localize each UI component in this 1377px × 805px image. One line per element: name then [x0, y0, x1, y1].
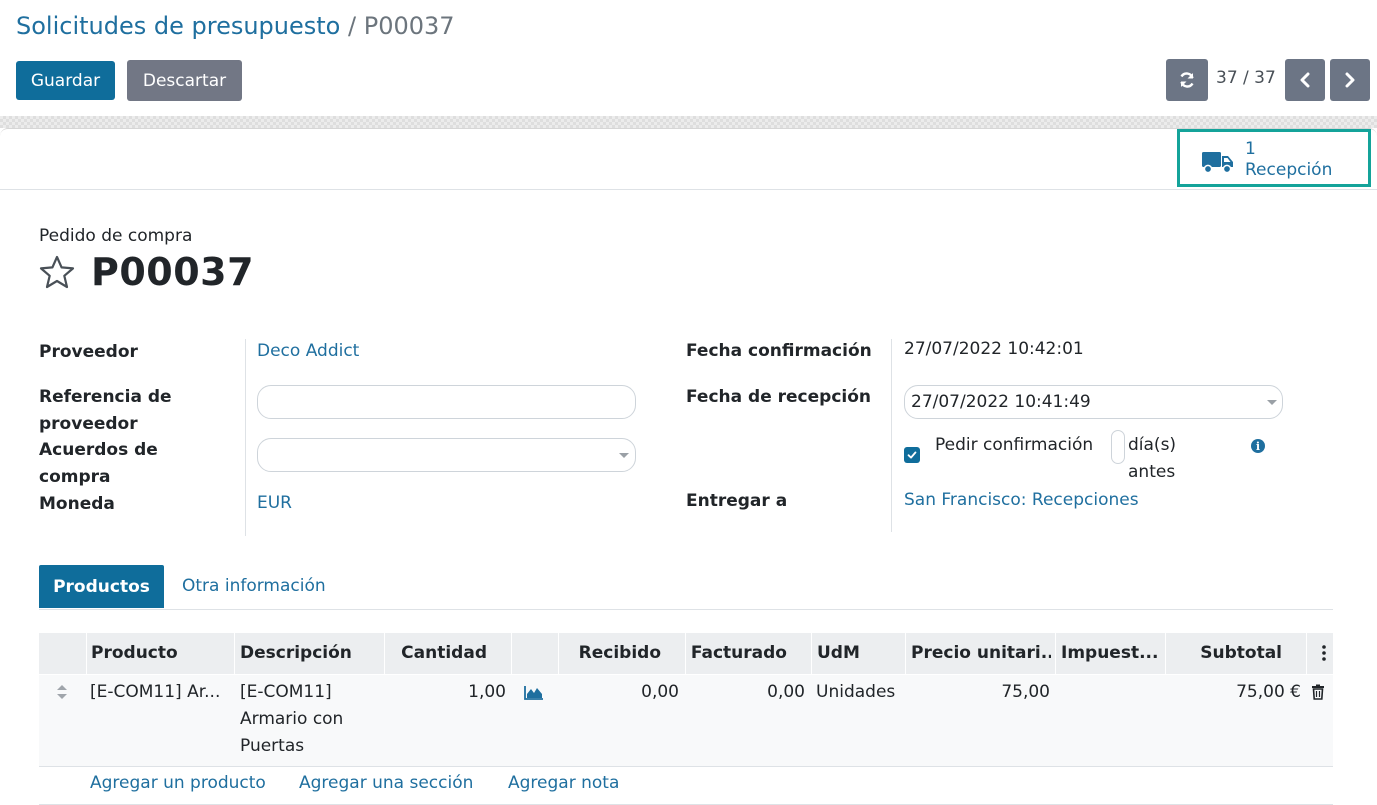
receipts-count: 1 — [1245, 139, 1256, 159]
confirmation-date-value: 27/07/2022 10:42:01 — [904, 339, 1084, 359]
purchase-agreement-select[interactable] — [257, 438, 636, 472]
add-note-link[interactable]: Agregar nota — [508, 773, 619, 793]
column-header-subtotal[interactable]: Subtotal — [1165, 633, 1282, 674]
row-invoiced: 0,00 — [767, 682, 805, 702]
area-chart-icon[interactable] — [524, 685, 544, 700]
deliver-to-link[interactable]: San Francisco: Recepciones — [904, 490, 1139, 510]
add-product-link[interactable]: Agregar un producto — [90, 773, 266, 793]
column-header-uom[interactable]: UdM — [817, 633, 860, 674]
receipt-date-label: Fecha de recepción — [686, 387, 872, 407]
vendor-link[interactable]: Deco Addict — [257, 341, 359, 361]
tabs-divider — [39, 609, 1333, 610]
confirmation-date-label: Fecha confirmación — [686, 341, 872, 361]
vendor-reference-input[interactable] — [257, 385, 636, 419]
tab-products[interactable]: Productos — [39, 565, 164, 608]
row-uom[interactable]: Unidades — [816, 679, 895, 706]
pager-value[interactable]: 37 / 37 — [1216, 68, 1276, 88]
column-separator — [511, 633, 512, 674]
row-description-line-3[interactable]: Puertas — [240, 733, 304, 760]
row-description-line-2[interactable]: Armario con — [240, 706, 343, 733]
days-before-label: antes — [1128, 462, 1176, 482]
kebab-icon[interactable] — [1320, 644, 1328, 662]
column-header-unit-price[interactable]: Precio unitari... — [911, 633, 1051, 674]
control-panel-divider — [0, 116, 1377, 128]
breadcrumb-parent-link[interactable]: Solicitudes de presupuesto — [16, 12, 340, 40]
column-header-quantity[interactable]: Cantidad — [384, 633, 487, 674]
column-header-received[interactable]: Recibido — [558, 633, 661, 674]
button-box — [0, 128, 1377, 190]
pager-next-button[interactable] — [1330, 59, 1370, 101]
truck-icon — [1202, 152, 1233, 174]
currency-label: Moneda — [39, 494, 115, 514]
breadcrumb-current: P00037 — [363, 12, 455, 40]
order-name: P00037 — [91, 250, 255, 294]
deliver-to-label: Entregar a — [686, 491, 788, 511]
check-icon — [907, 451, 917, 459]
star-icon[interactable] — [38, 254, 76, 290]
breadcrumb: Solicitudes de presupuesto / P00037 — [16, 12, 455, 40]
info-icon[interactable]: i — [1251, 439, 1265, 453]
vendor-reference-label: Referencia de proveedor — [39, 387, 172, 434]
refresh-icon — [1180, 72, 1194, 88]
chevron-right-icon — [1345, 72, 1355, 88]
row-product[interactable]: [E-COM11] Ar... — [90, 679, 220, 706]
chevron-down-icon — [1267, 400, 1277, 405]
drag-handle-icon[interactable] — [55, 684, 69, 700]
column-separator — [1306, 633, 1307, 674]
column-header-description[interactable]: Descripción — [240, 633, 352, 674]
receipt-date-input[interactable]: 27/07/2022 10:41:49 — [904, 385, 1283, 419]
chevron-down-icon — [619, 453, 629, 458]
row-description-line-1[interactable]: [E-COM11] — [240, 679, 332, 706]
row-received: 0,00 — [641, 682, 679, 702]
discard-button[interactable]: Descartar — [127, 60, 242, 101]
chevron-left-icon — [1300, 72, 1310, 88]
purchase-agreement-label: Acuerdos de compra — [39, 440, 158, 487]
add-section-link[interactable]: Agregar una sección — [299, 773, 473, 793]
ask-confirmation-checkbox[interactable] — [904, 447, 920, 463]
row-quantity[interactable]: 1,00 — [384, 679, 506, 706]
column-separator — [1055, 633, 1056, 674]
ask-confirmation-label: Pedir confirmación — [935, 435, 1094, 455]
save-button[interactable]: Guardar — [16, 61, 115, 100]
currency-link[interactable]: EUR — [257, 493, 292, 513]
column-header-invoiced[interactable]: Facturado — [685, 633, 787, 674]
column-header-product[interactable]: Producto — [91, 633, 178, 674]
pager-previous-button[interactable] — [1285, 59, 1325, 101]
column-separator — [811, 633, 812, 674]
vendor-label: Proveedor — [39, 342, 138, 362]
row-unit-price[interactable]: 75,00 — [905, 679, 1050, 706]
row-subtotal: 75,00 € — [1236, 682, 1301, 702]
days-unit-label: día(s) — [1128, 435, 1177, 455]
column-separator — [234, 633, 235, 674]
field-separator-right — [891, 339, 892, 532]
column-header-taxes[interactable]: Impuest... — [1061, 633, 1161, 674]
order-type-label: Pedido de compra — [39, 226, 193, 246]
refresh-button[interactable] — [1166, 59, 1208, 101]
trash-icon[interactable] — [1311, 684, 1325, 700]
receipts-label: Recepción — [1245, 160, 1333, 180]
breadcrumb-separator: / — [348, 12, 357, 40]
column-separator — [905, 633, 906, 674]
column-separator — [86, 633, 87, 674]
reminder-days-input[interactable] — [1111, 430, 1125, 464]
tab-other-info[interactable]: Otra información — [182, 576, 326, 596]
field-separator-left — [245, 339, 246, 536]
